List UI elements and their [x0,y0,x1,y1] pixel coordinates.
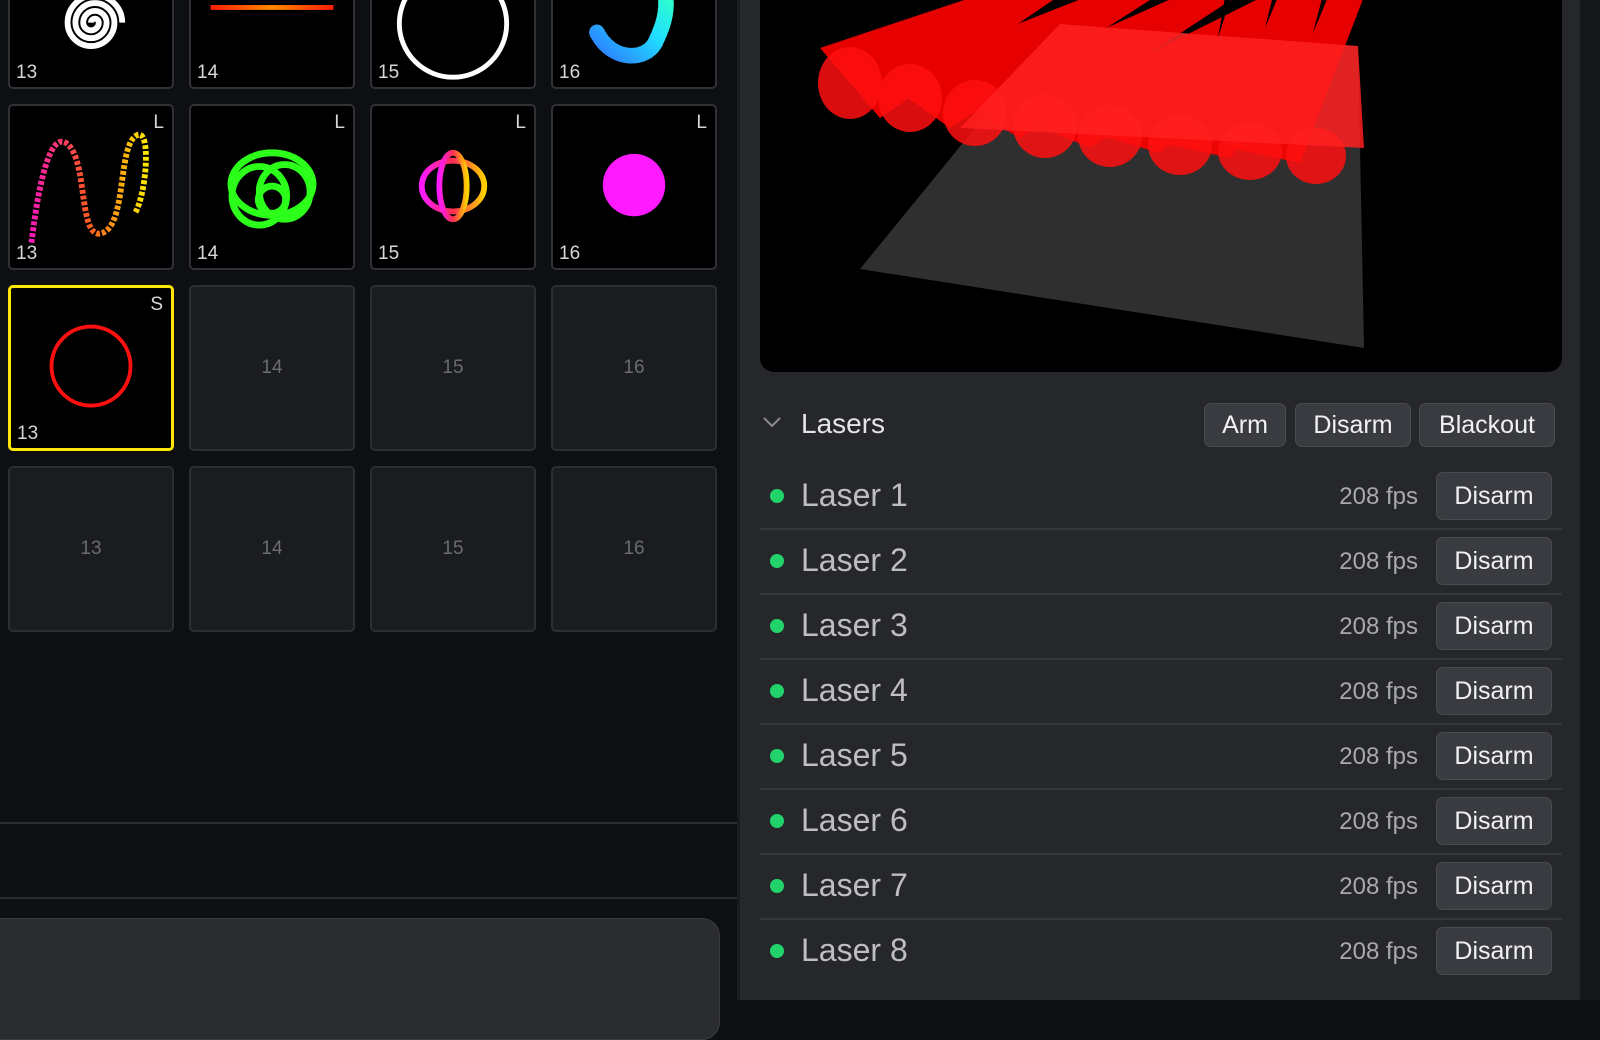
laser-fps: 208 fps [1339,678,1418,705]
laser-name: Laser 2 [801,542,908,578]
clip-mode-badge: L [153,112,164,133]
empty-clip-cell[interactable]: 16 [551,285,717,451]
laser-fps: 208 fps [1339,808,1418,835]
clip-grid-panel: 13 14 15 16 L 13 L 14 L 15 L 16 S 13 14 … [0,0,737,1040]
empty-clip-cell[interactable]: 13 [8,466,174,632]
beam-visualization [818,0,1364,348]
laser-row: Laser 2 208 fps Disarm [760,528,1562,595]
output-panel: Lasers Arm Disarm Blackout Laser 1 208 f… [740,0,1580,1000]
clip-number: 16 [623,357,645,378]
disarm-button[interactable]: Disarm [1436,472,1552,520]
laser-fps: 208 fps [1339,938,1418,965]
laser-row: Laser 7 208 fps Disarm [760,853,1562,920]
empty-clip-cell[interactable]: 15 [370,285,536,451]
clip-mode-badge: L [515,112,526,133]
clip-cell[interactable]: L 14 [189,104,355,270]
lasers-section-header: Lasers Arm Disarm Blackout [760,396,1562,456]
clip-mode-badge: L [696,112,707,133]
clip-cell-selected[interactable]: S 13 [8,285,174,451]
status-dot [770,814,784,828]
clip-cell[interactable]: L 15 [370,104,536,270]
laser-row: Laser 1 208 fps Disarm [760,463,1562,530]
clip-cell[interactable]: 15 [370,0,536,89]
disarm-button[interactable]: Disarm [1436,732,1552,780]
disarm-button[interactable]: Disarm [1436,667,1552,715]
clip-number: 13 [80,538,102,559]
clip-number: 15 [378,62,400,83]
laser-name: Laser 8 [801,932,908,968]
clip-number: 15 [442,357,464,378]
bottom-panel [0,918,720,1040]
disarm-button[interactable]: Disarm [1436,927,1552,975]
disarm-all-button[interactable]: Disarm [1295,403,1411,447]
clip-number: 14 [261,357,283,378]
section-title: Lasers [801,408,886,439]
disarm-button[interactable]: Disarm [1436,537,1552,585]
status-dot [770,619,784,633]
empty-clip-cell[interactable]: 16 [551,466,717,632]
empty-clip-cell[interactable]: 15 [370,466,536,632]
laser-fps: 208 fps [1339,873,1418,900]
status-dot [770,879,784,893]
clip-number: 13 [17,423,39,444]
laser-fps: 208 fps [1339,743,1418,770]
laser-row: Laser 3 208 fps Disarm [760,593,1562,660]
empty-clip-cell[interactable]: 14 [189,285,355,451]
laser-row: Laser 6 208 fps Disarm [760,788,1562,855]
laser-preview [760,0,1562,372]
clip-number: 14 [197,62,219,83]
clip-cell[interactable]: 14 [189,0,355,89]
status-dot [770,554,784,568]
clip-number: 16 [559,62,581,83]
clip-cell[interactable]: L 13 [8,104,174,270]
laser-name: Laser 7 [801,867,908,903]
laser-fps: 208 fps [1339,613,1418,640]
clip-number: 16 [623,538,645,559]
divider [0,822,737,824]
disarm-button[interactable]: Disarm [1436,602,1552,650]
clip-number: 15 [442,538,464,559]
chevron-down-icon[interactable] [760,410,784,434]
clip-mode-badge: S [150,294,163,315]
laser-row: Laser 8 208 fps Disarm [760,918,1562,983]
clip-mode-badge: L [334,112,345,133]
clip-number: 13 [16,62,38,83]
clip-number: 14 [197,243,219,264]
divider [0,897,737,899]
clip-number: 15 [378,243,400,264]
laser-row: Laser 5 208 fps Disarm [760,723,1562,790]
disarm-button[interactable]: Disarm [1436,862,1552,910]
laser-name: Laser 1 [801,477,908,513]
clip-cell[interactable]: 16 [551,0,717,89]
laser-fps: 208 fps [1339,483,1418,510]
status-dot [770,489,784,503]
status-dot [770,749,784,763]
clip-number: 16 [559,243,581,264]
laser-name: Laser 3 [801,607,908,643]
laser-row: Laser 4 208 fps Disarm [760,658,1562,725]
laser-name: Laser 6 [801,802,908,838]
laser-name: Laser 5 [801,737,908,773]
scrollbar-track[interactable] [1580,0,1600,1000]
laser-name: Laser 4 [801,672,908,708]
laser-fps: 208 fps [1339,548,1418,575]
status-dot [770,684,784,698]
clip-number: 13 [16,243,38,264]
clip-cell[interactable]: 13 [8,0,174,89]
status-dot [770,944,784,958]
disarm-button[interactable]: Disarm [1436,797,1552,845]
clip-number: 14 [261,538,283,559]
empty-clip-cell[interactable]: 14 [189,466,355,632]
arm-all-button[interactable]: Arm [1204,403,1286,447]
clip-cell[interactable]: L 16 [551,104,717,270]
blackout-button[interactable]: Blackout [1419,403,1555,447]
